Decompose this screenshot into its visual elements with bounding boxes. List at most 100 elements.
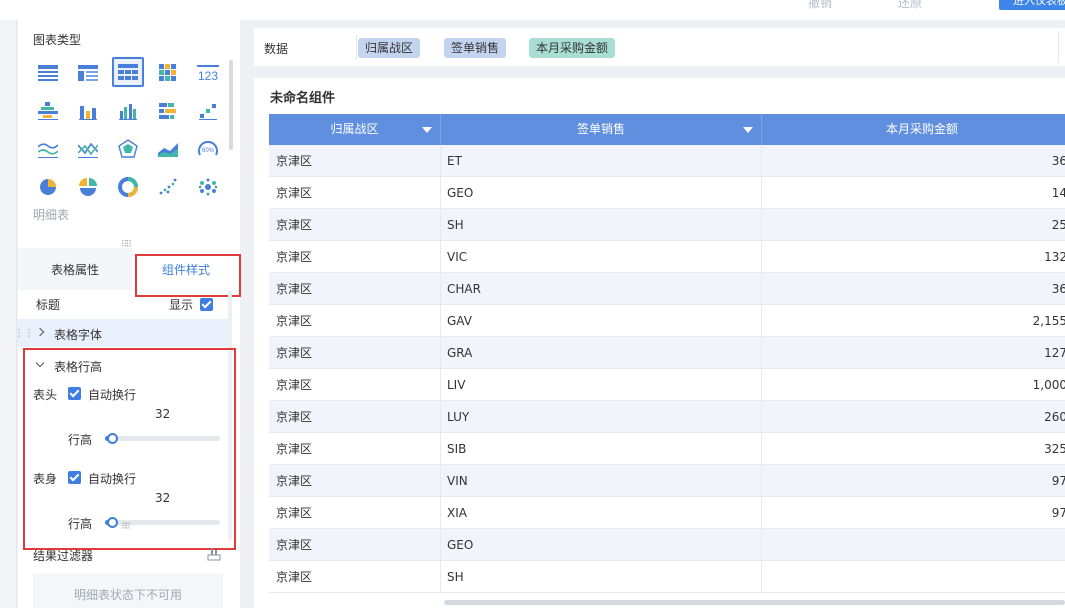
bar-chart-icon[interactable] [72, 96, 104, 126]
enter-dashboard-button[interactable]: 进入仪表板 [999, 0, 1065, 10]
dropdown-caret-icon[interactable] [422, 127, 432, 133]
cell-sales: GEO [441, 529, 762, 561]
map-color-table-icon[interactable] [152, 58, 184, 88]
radar-chart-icon[interactable] [112, 134, 144, 164]
cell-amount: 260 [762, 401, 1065, 433]
pie-chart-icon[interactable] [32, 172, 64, 202]
table-icon[interactable] [32, 58, 64, 88]
table-row[interactable]: 京津区ET36 [269, 145, 1065, 177]
header-slider-knob[interactable] [107, 433, 118, 444]
data-label: 数据 [264, 42, 289, 56]
config-panel: 图表类型 123 60% 明细表 ⠿⠿ 表格属性 组件样式 标题 显示 表格字体… [18, 20, 241, 608]
table-font-section[interactable]: 表格字体 [18, 319, 228, 347]
table-row[interactable]: 京津区 SH [269, 561, 1065, 593]
field-pill-purchase-amount[interactable]: 本月采购金额 [529, 38, 616, 58]
cell-sales: CHAR [441, 273, 762, 305]
table-row[interactable]: 京津区XIA97 [269, 497, 1065, 529]
svg-text:123: 123 [198, 69, 218, 81]
donut-chart-icon[interactable] [112, 172, 144, 202]
table-row[interactable]: 京津区 VIC 132 [269, 241, 1065, 273]
body-wrap-label: 自动换行 [88, 472, 137, 486]
bar-chart-2-icon[interactable] [112, 96, 144, 126]
dropdown-caret-icon[interactable] [743, 127, 753, 133]
cell-amount: 36 [762, 145, 1065, 177]
cell-amount [762, 529, 1065, 561]
cell-region: 京津区 [269, 209, 441, 241]
cell-amount: 132 [762, 241, 1065, 273]
filter-settings-icon[interactable] [207, 547, 221, 564]
cell-sales: GRA [441, 337, 762, 369]
cell-region: 京津区 [269, 401, 441, 433]
pie-sector-icon[interactable] [72, 172, 104, 202]
cell-amount: 97 [762, 497, 1065, 529]
body-wrap-checkbox[interactable] [68, 471, 81, 484]
section-resize-handle[interactable]: ⠿⠿ [121, 522, 131, 531]
table-row[interactable]: 京津区 GAV 2,155 [269, 305, 1065, 337]
dot-plot-icon[interactable] [152, 172, 184, 202]
title-show-checkbox[interactable] [200, 298, 213, 311]
widget-title[interactable]: 未命名组件 [270, 87, 335, 106]
line-chart-icon[interactable] [32, 134, 64, 164]
chart-type-title: 图表类型 [33, 33, 82, 47]
grouped-bar-icon[interactable] [32, 96, 64, 126]
body-row-height-value: 32 [155, 491, 171, 505]
cell-amount: 325 [762, 433, 1065, 465]
header-label: 表头 [33, 388, 58, 402]
undo-button[interactable]: 撤销 [808, 0, 832, 11]
chevron-right-icon [35, 327, 45, 337]
body-slider-label: 行高 [68, 517, 93, 531]
cross-table-icon[interactable] [72, 58, 104, 88]
column-header-region[interactable]: 归属战区 [269, 114, 441, 145]
table-row[interactable]: 京津区CHAR36 [269, 273, 1065, 305]
field-pill-region[interactable]: 归属战区 [358, 38, 421, 58]
column-header-amount[interactable]: 本月采购金额 [762, 114, 1065, 145]
cell-region: 京津区 [269, 241, 441, 273]
cell-amount: 36 [762, 273, 1065, 305]
header-wrap-checkbox[interactable] [68, 387, 81, 400]
column-header-label: 归属战区 [330, 122, 379, 136]
bubble-cluster-icon[interactable] [192, 172, 224, 202]
kpi-number-icon[interactable]: 123 [192, 58, 224, 88]
table-font-label: 表格字体 [54, 328, 103, 342]
detail-table-icon[interactable] [112, 57, 144, 87]
table-row[interactable]: 京津区 LIV 1,000 [269, 369, 1065, 401]
tab-table-properties[interactable]: 表格属性 [18, 248, 132, 290]
svg-text:60%: 60% [202, 148, 215, 154]
cell-region: 京津区 [269, 497, 441, 529]
column-header-sales[interactable]: 签单销售 [441, 114, 762, 145]
row-height-section-header[interactable]: 表格行高 [18, 352, 228, 376]
field-pill-sales[interactable]: 签单销售 [444, 38, 507, 58]
cell-region: 京津区 [269, 305, 441, 337]
chart-type-current-label: 明细表 [33, 208, 70, 222]
cell-region: 京津区 [269, 177, 441, 209]
cell-region: 京津区 [269, 337, 441, 369]
stacked-bar-icon[interactable] [152, 96, 184, 126]
data-bar-end-divider [1058, 31, 1059, 63]
table-horizontal-scrollbar[interactable] [444, 600, 1065, 605]
style-scrollbar[interactable] [228, 290, 232, 540]
table-row[interactable]: 京津区 LUY 260 [269, 401, 1065, 433]
body-slider-knob[interactable] [107, 517, 118, 528]
header-row-height-slider[interactable] [105, 436, 220, 441]
row-height-label: 表格行高 [54, 360, 103, 374]
table-row[interactable]: 京津区VIN97 [269, 465, 1065, 497]
area-chart-icon[interactable] [152, 134, 184, 164]
tab-component-style[interactable]: 组件样式 [132, 248, 240, 290]
chevron-down-icon [35, 358, 45, 368]
table-row[interactable]: 京津区 GEO [269, 529, 1065, 561]
table-row[interactable]: 京津区GEO14 [269, 177, 1065, 209]
chart-type-scrollbar[interactable] [229, 60, 233, 150]
line-star-icon[interactable] [72, 134, 104, 164]
table-header: 归属战区 签单销售 本月采购金额 [269, 114, 1065, 145]
cell-sales: LUY [441, 401, 762, 433]
gauge-icon[interactable]: 60% [192, 134, 224, 164]
scatter-bar-icon[interactable] [192, 96, 224, 126]
table-row[interactable]: 京津区SH25 [269, 209, 1065, 241]
redo-button[interactable]: 还原 [898, 0, 922, 11]
data-bar-divider [356, 35, 357, 59]
drag-grip-icon[interactable]: ⋮⋮ [14, 328, 34, 339]
header-slider-label: 行高 [68, 433, 93, 447]
table-row[interactable]: 京津区 GRA 127 [269, 337, 1065, 369]
table-row[interactable]: 京津区 SIB 325 [269, 433, 1065, 465]
cell-region: 京津区 [269, 529, 441, 561]
